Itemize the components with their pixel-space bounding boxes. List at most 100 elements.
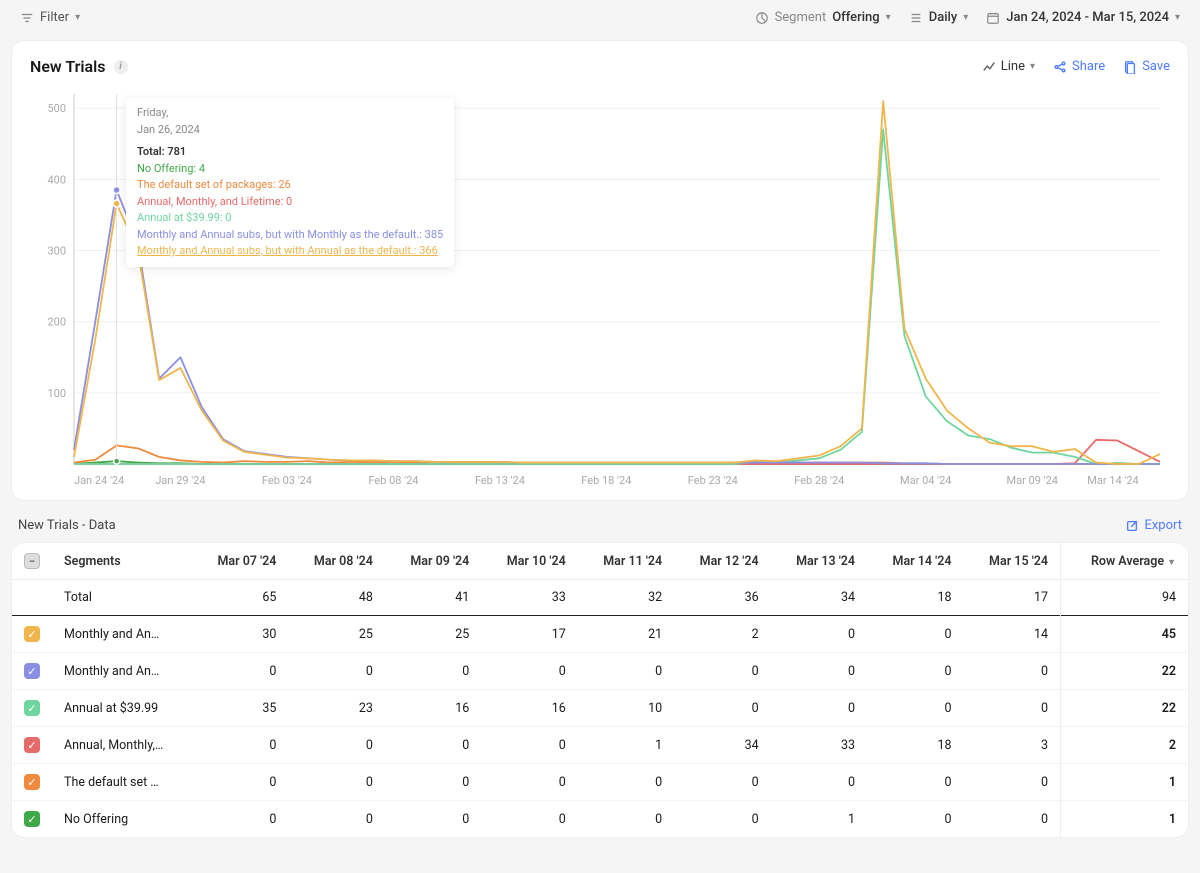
cell-value: 0: [578, 801, 674, 838]
segment-value: Offering: [832, 10, 879, 25]
info-icon[interactable]: i: [114, 60, 128, 74]
bars-icon: [909, 11, 923, 25]
segment-label: Monthly and An…: [52, 653, 192, 690]
cell-value: 17: [964, 580, 1061, 616]
share-icon: [1053, 60, 1067, 74]
table-row[interactable]: ✓Monthly and An…00000000022: [12, 653, 1188, 690]
cell-value: 0: [771, 690, 867, 727]
series-checkbox[interactable]: ✓: [24, 663, 40, 679]
cell-value: 1: [578, 727, 674, 764]
col-row-average[interactable]: Row Average▼: [1061, 543, 1188, 580]
cell-row-average: 2: [1061, 727, 1188, 764]
cell-value: 14: [964, 616, 1061, 653]
series-checkbox[interactable]: ✓: [24, 626, 40, 642]
cell-value: 0: [288, 801, 384, 838]
segment-label: Monthly and An…: [52, 616, 192, 653]
table-row[interactable]: ✓Annual at $39.993523161610000022: [12, 690, 1188, 727]
cell-value: 0: [578, 653, 674, 690]
cell-value: 0: [674, 690, 770, 727]
col-date[interactable]: Mar 14 '24: [867, 543, 963, 580]
chevron-down-icon: ▾: [75, 12, 80, 23]
cell-value: 0: [867, 616, 963, 653]
tooltip-series-row: No Offering: 4: [137, 161, 443, 178]
col-checkbox[interactable]: [12, 543, 52, 580]
cell-value: 0: [771, 616, 867, 653]
cell-value: 0: [192, 764, 288, 801]
svg-text:Feb 08 '24: Feb 08 '24: [368, 474, 418, 487]
cell-value: 36: [674, 580, 770, 616]
segment-label: Segment: [775, 10, 827, 25]
svg-text:200: 200: [47, 316, 66, 329]
col-segments[interactable]: Segments: [52, 543, 192, 580]
cell-value: 2: [674, 616, 770, 653]
data-table: SegmentsMar 07 '24Mar 08 '24Mar 09 '24Ma…: [12, 543, 1188, 837]
cell-value: 0: [192, 727, 288, 764]
export-label: Export: [1144, 518, 1182, 533]
chart-type-selector[interactable]: Line ▾: [982, 59, 1035, 74]
chart-tooltip: Friday,Jan 26, 2024 Total: 781 No Offeri…: [126, 98, 454, 267]
save-icon: [1123, 60, 1137, 74]
granularity-selector[interactable]: Daily ▾: [909, 10, 969, 25]
cell-value: 35: [192, 690, 288, 727]
cell-value: 0: [867, 764, 963, 801]
series-checkbox[interactable]: ✓: [24, 774, 40, 790]
segment-selector[interactable]: Segment Offering ▾: [755, 10, 891, 25]
col-date[interactable]: Mar 13 '24: [771, 543, 867, 580]
series-checkbox[interactable]: ✓: [24, 737, 40, 753]
cell-value: 0: [867, 653, 963, 690]
table-row[interactable]: ✓The default set …0000000001: [12, 764, 1188, 801]
svg-text:Mar 14 '24: Mar 14 '24: [1087, 474, 1138, 487]
export-button[interactable]: Export: [1125, 518, 1182, 533]
col-date[interactable]: Mar 10 '24: [481, 543, 577, 580]
cell-row-average: 1: [1061, 801, 1188, 838]
cell-value: 0: [964, 653, 1061, 690]
chevron-down-icon: ▾: [1175, 12, 1180, 23]
date-range-value: Jan 24, 2024 - Mar 15, 2024: [1006, 10, 1169, 25]
topbar: Filter ▾ Segment Offering ▾ Daily ▾ Jan …: [0, 0, 1200, 35]
cell-value: 0: [674, 653, 770, 690]
col-date[interactable]: Mar 09 '24: [385, 543, 481, 580]
cell-value: 25: [288, 616, 384, 653]
filter-button[interactable]: Filter ▾: [20, 10, 80, 25]
table-row[interactable]: ✓Annual, Monthly,…0000134331832: [12, 727, 1188, 764]
cell-row-average: 22: [1061, 653, 1188, 690]
svg-text:400: 400: [47, 173, 66, 186]
table-row[interactable]: ✓Monthly and An…30252517212001445: [12, 616, 1188, 653]
cell-value: 0: [674, 801, 770, 838]
col-date[interactable]: Mar 12 '24: [674, 543, 770, 580]
svg-text:Feb 18 '24: Feb 18 '24: [581, 474, 631, 487]
svg-text:Mar 09 '24: Mar 09 '24: [1007, 474, 1058, 487]
cell-value: 0: [771, 764, 867, 801]
cell-value: 10: [578, 690, 674, 727]
cell-value: 23: [288, 690, 384, 727]
cell-value: 0: [867, 801, 963, 838]
svg-text:Jan 24 '24: Jan 24 '24: [74, 474, 124, 487]
data-section: New Trials - Data Export SegmentsMar 07 …: [12, 516, 1188, 837]
data-section-title: New Trials - Data: [18, 518, 116, 533]
cell-value: 0: [288, 727, 384, 764]
cell-value: 0: [481, 727, 577, 764]
col-date[interactable]: Mar 11 '24: [578, 543, 674, 580]
col-date[interactable]: Mar 08 '24: [288, 543, 384, 580]
date-range-selector[interactable]: Jan 24, 2024 - Mar 15, 2024 ▾: [986, 10, 1180, 25]
cell-value: 41: [385, 580, 481, 616]
svg-text:300: 300: [47, 245, 66, 258]
export-icon: [1125, 519, 1139, 533]
checkbox-all[interactable]: [24, 553, 40, 569]
filter-label: Filter: [40, 10, 69, 25]
col-date[interactable]: Mar 07 '24: [192, 543, 288, 580]
col-date[interactable]: Mar 15 '24: [964, 543, 1061, 580]
cell-value: 34: [771, 580, 867, 616]
tooltip-series-row: Monthly and Annual subs, but with Annual…: [137, 243, 443, 260]
svg-text:Mar 04 '24: Mar 04 '24: [900, 474, 951, 487]
table-row[interactable]: ✓No Offering0000001001: [12, 801, 1188, 838]
series-checkbox[interactable]: ✓: [24, 700, 40, 716]
cell-value: 48: [288, 580, 384, 616]
share-button[interactable]: Share: [1053, 59, 1105, 74]
save-label: Save: [1142, 59, 1170, 74]
table-row-total[interactable]: Total65484133323634181794: [12, 580, 1188, 616]
save-button[interactable]: Save: [1123, 59, 1170, 74]
chart-area[interactable]: 100200300400500Jan 24 '24Jan 29 '24Feb 0…: [30, 84, 1170, 492]
series-checkbox[interactable]: ✓: [24, 811, 40, 827]
segment-label: No Offering: [52, 801, 192, 838]
